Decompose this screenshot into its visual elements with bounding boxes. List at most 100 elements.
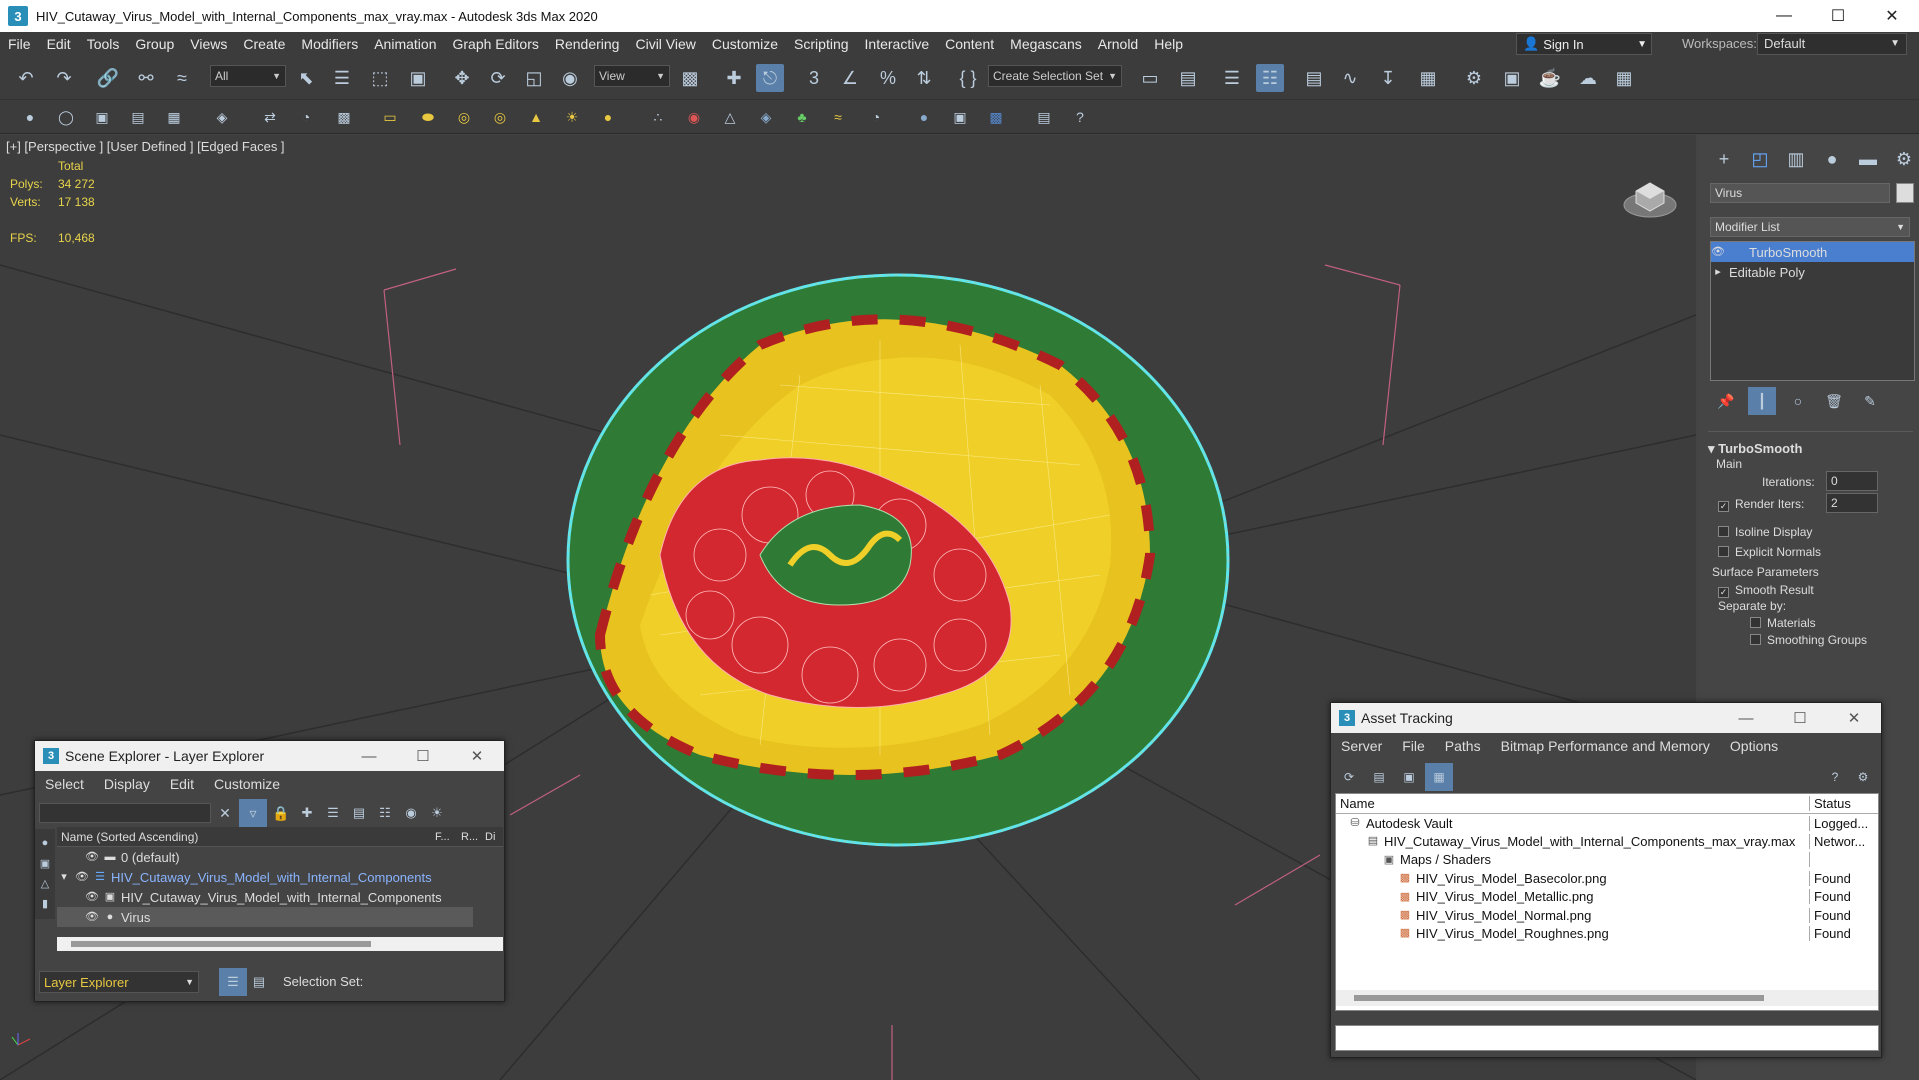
- rendered-frame-window-icon[interactable]: ▣: [1498, 64, 1526, 92]
- window-crossing-icon[interactable]: ▣: [404, 64, 432, 92]
- menu-paths[interactable]: Paths: [1435, 738, 1491, 754]
- shapes-icon[interactable]: ◯: [52, 103, 80, 131]
- undo-icon[interactable]: ↶: [12, 64, 40, 92]
- column-name[interactable]: Name (Sorted Ascending): [57, 830, 435, 844]
- asset-tracking-titlebar[interactable]: 3 Asset Tracking — ☐ ✕: [1331, 703, 1881, 733]
- mirror-icon[interactable]: ▭: [1136, 64, 1164, 92]
- select-manipulate-icon[interactable]: ✚: [720, 64, 748, 92]
- render-sphere-icon[interactable]: ●: [910, 103, 938, 131]
- motion-tab-icon[interactable]: ●: [1818, 145, 1846, 173]
- render-iters-checkbox[interactable]: ✓ Render Iters:: [1718, 497, 1804, 512]
- table-view-icon[interactable]: ▦: [1425, 763, 1453, 791]
- asset-row[interactable]: ▩ HIV_Virus_Model_Roughnes.png Found: [1336, 924, 1878, 942]
- foliage-icon[interactable]: ♣: [788, 103, 816, 131]
- scale-icon[interactable]: ◱: [520, 64, 548, 92]
- maximize-icon[interactable]: ☐: [1811, 0, 1865, 32]
- eye-icon[interactable]: 👁: [85, 850, 99, 864]
- reference-coordinate-select[interactable]: View ▼: [594, 65, 670, 87]
- link-icon[interactable]: 🔗: [94, 64, 122, 92]
- list-icon[interactable]: ▤: [124, 103, 152, 131]
- scrollbar-thumb[interactable]: [1354, 995, 1764, 1001]
- explorer-type-select[interactable]: Layer Explorer ▼: [39, 971, 199, 993]
- menu-views[interactable]: Views: [182, 36, 235, 52]
- sphere-tool-icon[interactable]: ◔: [292, 103, 320, 131]
- menu-content[interactable]: Content: [937, 36, 1002, 52]
- menu-graph-editors[interactable]: Graph Editors: [444, 36, 546, 52]
- help-icon[interactable]: ?: [1066, 103, 1094, 131]
- cylinder-icon[interactable]: ⬬: [414, 103, 442, 131]
- light-icon[interactable]: ☀: [558, 103, 586, 131]
- cone-icon[interactable]: ▲: [522, 103, 550, 131]
- layer-row-default[interactable]: 👁 ▬ 0 (default): [57, 847, 473, 867]
- filter-icon[interactable]: ▿: [239, 799, 267, 827]
- redo-icon[interactable]: ↷: [50, 64, 78, 92]
- menu-create[interactable]: Create: [235, 36, 293, 52]
- object-row-hiv-cutaway[interactable]: 👁 ▣ HIV_Cutaway_Virus_Model_with_Interna…: [57, 887, 473, 907]
- spinner-snap-icon[interactable]: ⇅: [910, 64, 938, 92]
- render-in-cloud-icon[interactable]: ☁: [1574, 64, 1602, 92]
- object-row-virus[interactable]: 👁 ● Virus: [57, 907, 473, 927]
- add-layer-icon[interactable]: ✚: [293, 799, 321, 827]
- menu-help[interactable]: Help: [1146, 36, 1191, 52]
- layer-row-hiv-cutaway[interactable]: ▾ 👁 ☰ HIV_Cutaway_Virus_Model_with_Inter…: [57, 867, 473, 887]
- render-setup-icon[interactable]: ⚙: [1460, 64, 1488, 92]
- asset-path-field[interactable]: [1335, 1025, 1879, 1051]
- render-iters-spinner[interactable]: 2: [1826, 493, 1878, 513]
- eye-icon[interactable]: 👁: [85, 910, 99, 924]
- horizontal-scrollbar[interactable]: [57, 937, 503, 951]
- minimize-icon[interactable]: —: [342, 748, 396, 765]
- menu-interactive[interactable]: Interactive: [857, 36, 938, 52]
- close-icon[interactable]: ✕: [1865, 0, 1919, 32]
- stack-item-turbosmooth[interactable]: 👁 TurboSmooth: [1711, 242, 1914, 262]
- grid-icon[interactable]: ▦: [160, 103, 188, 131]
- make-unique-icon[interactable]: ○: [1784, 387, 1812, 415]
- menu-bitmap-performance[interactable]: Bitmap Performance and Memory: [1491, 738, 1720, 754]
- vray-icon[interactable]: ▩: [982, 103, 1010, 131]
- toggle-scene-explorer-icon[interactable]: ☰: [1218, 64, 1246, 92]
- object-name-field[interactable]: Virus: [1710, 183, 1890, 203]
- rotate-icon[interactable]: ⟳: [484, 64, 512, 92]
- hierarchy-toggle-icon[interactable]: ▤: [245, 968, 273, 996]
- menu-customize[interactable]: Customize: [204, 776, 290, 792]
- column-status[interactable]: Status: [1810, 796, 1851, 811]
- select-by-name-icon[interactable]: ☰: [328, 64, 356, 92]
- omni-icon[interactable]: ●: [594, 103, 622, 131]
- move-icon[interactable]: ✥: [448, 64, 476, 92]
- tool-icon[interactable]: ⇄: [256, 103, 284, 131]
- menu-megascans[interactable]: Megascans: [1002, 36, 1090, 52]
- expand-arrow-icon[interactable]: ▾: [57, 870, 71, 884]
- materials-checkbox[interactable]: Materials: [1750, 616, 1816, 630]
- menu-display[interactable]: Display: [94, 776, 160, 792]
- eye-icon[interactable]: 👁: [75, 870, 89, 884]
- maximize-icon[interactable]: ☐: [396, 747, 450, 765]
- pivot-point-center-icon[interactable]: ▩: [676, 64, 704, 92]
- menu-customize[interactable]: Customize: [704, 36, 786, 52]
- pin-stack-icon[interactable]: 📌: [1712, 387, 1740, 415]
- expand-arrow-icon[interactable]: ▸: [1711, 265, 1725, 279]
- particles-icon[interactable]: ∴: [644, 103, 672, 131]
- display-tab-icon[interactable]: ▬: [1854, 145, 1882, 173]
- render-shortcuts-icon[interactable]: ▦: [1610, 64, 1638, 92]
- scene-explorer-titlebar[interactable]: 3 Scene Explorer - Layer Explorer — ☐ ✕: [35, 741, 504, 771]
- menu-tools[interactable]: Tools: [79, 36, 128, 52]
- eye-icon[interactable]: 👁: [85, 890, 99, 904]
- rectangular-selection-icon[interactable]: ⬚: [366, 64, 394, 92]
- menu-edit[interactable]: Edit: [160, 776, 204, 792]
- maximize-icon[interactable]: ☐: [1773, 709, 1827, 727]
- keyboard-shortcut-override-icon[interactable]: ⎋: [756, 64, 784, 92]
- menu-edit[interactable]: Edit: [39, 36, 79, 52]
- percent-snap-icon[interactable]: %: [874, 64, 902, 92]
- utilities-tab-icon[interactable]: ⚙: [1890, 145, 1918, 173]
- clear-search-icon[interactable]: ✕: [211, 799, 239, 827]
- schematic-view-icon[interactable]: ↧: [1374, 64, 1402, 92]
- menu-arnold[interactable]: Arnold: [1090, 36, 1146, 52]
- stack-item-editable-poly[interactable]: ▸ Editable Poly: [1711, 262, 1914, 282]
- menu-animation[interactable]: Animation: [366, 36, 444, 52]
- menu-select[interactable]: Select: [35, 776, 94, 792]
- turbosmooth-rollout-title[interactable]: ▾ TurboSmooth: [1708, 441, 1802, 457]
- material-ball-icon[interactable]: ◔: [862, 103, 890, 131]
- curve-editor-icon[interactable]: ∿: [1336, 64, 1364, 92]
- settings-icon[interactable]: ⚙: [1849, 763, 1877, 791]
- selection-filter-select[interactable]: All ▼: [210, 65, 286, 87]
- highlight-icon[interactable]: ◉: [397, 799, 425, 827]
